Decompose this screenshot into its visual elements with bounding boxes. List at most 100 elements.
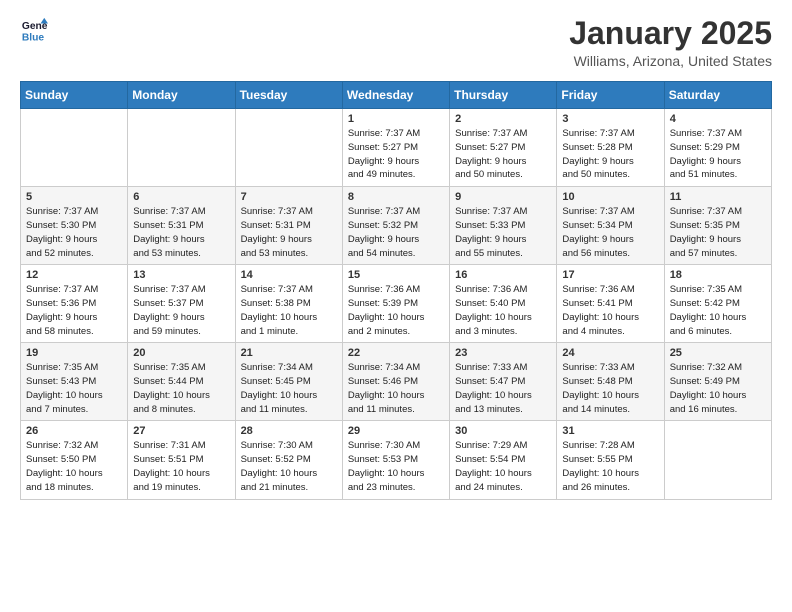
calendar-cell: 10 Sunrise: 7:37 AM Sunset: 5:34 PM Dayli…	[557, 187, 664, 265]
day-info: Sunrise: 7:37 AM Sunset: 5:31 PM Dayligh…	[133, 205, 229, 260]
calendar-cell: 6Sunrise: 7:37 AM Sunset: 5:31 PM Daylig…	[128, 187, 235, 265]
calendar-cell: 15 Sunrise: 7:36 AM Sunset: 5:39 PM Dayli…	[342, 265, 449, 343]
day-number: 15	[348, 269, 444, 281]
day-number: 7	[241, 191, 337, 203]
day-info: Sunrise: 7:37 AM Sunset: 5:28 PM Dayligh…	[562, 127, 658, 182]
day-info: Sunrise: 7:37 AM Sunset: 5:38 PM Dayligh…	[241, 283, 337, 338]
calendar-cell: 3 Sunrise: 7:37 AM Sunset: 5:28 PM Daylig…	[557, 109, 664, 187]
calendar-cell: 14 Sunrise: 7:37 AM Sunset: 5:38 PM Dayli…	[235, 265, 342, 343]
day-info: Sunrise: 7:30 AM Sunset: 5:53 PM Dayligh…	[348, 439, 444, 494]
day-number: 26	[26, 425, 122, 437]
day-info: Sunrise: 7:37 AM Sunset: 5:34 PM Dayligh…	[562, 205, 658, 260]
svg-text:Blue: Blue	[22, 32, 45, 43]
day-header: Tuesday	[235, 82, 342, 109]
calendar-cell: 21 Sunrise: 7:34 AM Sunset: 5:45 PM Dayli…	[235, 343, 342, 421]
day-number: 2	[455, 113, 551, 125]
day-number: 19	[26, 347, 122, 359]
day-info: Sunrise: 7:33 AM Sunset: 5:48 PM Dayligh…	[562, 361, 658, 416]
calendar-cell	[128, 109, 235, 187]
day-info: Sunrise: 7:34 AM Sunset: 5:46 PM Dayligh…	[348, 361, 444, 416]
day-number: 23	[455, 347, 551, 359]
calendar-cell: 11 Sunrise: 7:37 AM Sunset: 5:35 PM Dayli…	[664, 187, 771, 265]
title-block: January 2025 Williams, Arizona, United S…	[569, 16, 772, 69]
header-row: SundayMondayTuesdayWednesdayThursdayFrid…	[21, 82, 772, 109]
calendar-cell: 19Sunrise: 7:35 AM Sunset: 5:43 PM Dayli…	[21, 343, 128, 421]
calendar-cell: 29Sunrise: 7:30 AM Sunset: 5:53 PM Dayli…	[342, 421, 449, 499]
week-row: 26 Sunrise: 7:32 AM Sunset: 5:50 PM Dayli…	[21, 421, 772, 499]
day-number: 21	[241, 347, 337, 359]
day-number: 28	[241, 425, 337, 437]
calendar-cell: 23 Sunrise: 7:33 AM Sunset: 5:47 PM Dayli…	[450, 343, 557, 421]
day-info: Sunrise: 7:35 AM Sunset: 5:42 PM Dayligh…	[670, 283, 766, 338]
day-number: 8	[348, 191, 444, 203]
calendar-cell: 2 Sunrise: 7:37 AM Sunset: 5:27 PM Daylig…	[450, 109, 557, 187]
day-info: Sunrise: 7:37 AM Sunset: 5:27 PM Dayligh…	[455, 127, 551, 182]
calendar-cell: 17 Sunrise: 7:36 AM Sunset: 5:41 PM Dayli…	[557, 265, 664, 343]
day-info: Sunrise: 7:37 AM Sunset: 5:30 PM Dayligh…	[26, 205, 122, 260]
day-number: 17	[562, 269, 658, 281]
day-header: Friday	[557, 82, 664, 109]
day-number: 25	[670, 347, 766, 359]
day-number: 24	[562, 347, 658, 359]
calendar-cell: 18 Sunrise: 7:35 AM Sunset: 5:42 PM Dayli…	[664, 265, 771, 343]
calendar-cell: 25Sunrise: 7:32 AM Sunset: 5:49 PM Dayli…	[664, 343, 771, 421]
day-header: Monday	[128, 82, 235, 109]
calendar-cell: 9 Sunrise: 7:37 AM Sunset: 5:33 PM Daylig…	[450, 187, 557, 265]
day-info: Sunrise: 7:34 AM Sunset: 5:45 PM Dayligh…	[241, 361, 337, 416]
calendar-cell: 27Sunrise: 7:31 AM Sunset: 5:51 PM Dayli…	[128, 421, 235, 499]
calendar-cell: 22Sunrise: 7:34 AM Sunset: 5:46 PM Dayli…	[342, 343, 449, 421]
day-info: Sunrise: 7:37 AM Sunset: 5:27 PM Dayligh…	[348, 127, 444, 182]
day-number: 5	[26, 191, 122, 203]
calendar-cell: 7 Sunrise: 7:37 AM Sunset: 5:31 PM Daylig…	[235, 187, 342, 265]
calendar-cell: 20 Sunrise: 7:35 AM Sunset: 5:44 PM Dayli…	[128, 343, 235, 421]
day-number: 4	[670, 113, 766, 125]
day-info: Sunrise: 7:28 AM Sunset: 5:55 PM Dayligh…	[562, 439, 658, 494]
day-number: 11	[670, 191, 766, 203]
day-info: Sunrise: 7:37 AM Sunset: 5:31 PM Dayligh…	[241, 205, 337, 260]
day-number: 14	[241, 269, 337, 281]
day-info: Sunrise: 7:37 AM Sunset: 5:33 PM Dayligh…	[455, 205, 551, 260]
day-header: Wednesday	[342, 82, 449, 109]
calendar-cell	[235, 109, 342, 187]
calendar-cell: 16 Sunrise: 7:36 AM Sunset: 5:40 PM Dayli…	[450, 265, 557, 343]
day-number: 12	[26, 269, 122, 281]
day-info: Sunrise: 7:37 AM Sunset: 5:37 PM Dayligh…	[133, 283, 229, 338]
day-info: Sunrise: 7:33 AM Sunset: 5:47 PM Dayligh…	[455, 361, 551, 416]
day-number: 3	[562, 113, 658, 125]
calendar-cell: 4 Sunrise: 7:37 AM Sunset: 5:29 PM Daylig…	[664, 109, 771, 187]
calendar-cell	[664, 421, 771, 499]
day-info: Sunrise: 7:30 AM Sunset: 5:52 PM Dayligh…	[241, 439, 337, 494]
day-info: Sunrise: 7:37 AM Sunset: 5:32 PM Dayligh…	[348, 205, 444, 260]
day-info: Sunrise: 7:36 AM Sunset: 5:40 PM Dayligh…	[455, 283, 551, 338]
calendar: SundayMondayTuesdayWednesdayThursdayFrid…	[20, 81, 772, 499]
day-info: Sunrise: 7:35 AM Sunset: 5:44 PM Dayligh…	[133, 361, 229, 416]
day-info: Sunrise: 7:32 AM Sunset: 5:50 PM Dayligh…	[26, 439, 122, 494]
day-info: Sunrise: 7:37 AM Sunset: 5:35 PM Dayligh…	[670, 205, 766, 260]
day-number: 9	[455, 191, 551, 203]
day-number: 10	[562, 191, 658, 203]
day-info: Sunrise: 7:36 AM Sunset: 5:39 PM Dayligh…	[348, 283, 444, 338]
week-row: 19Sunrise: 7:35 AM Sunset: 5:43 PM Dayli…	[21, 343, 772, 421]
calendar-cell	[21, 109, 128, 187]
day-number: 20	[133, 347, 229, 359]
day-number: 13	[133, 269, 229, 281]
week-row: 5 Sunrise: 7:37 AM Sunset: 5:30 PM Daylig…	[21, 187, 772, 265]
logo-icon: General Blue	[20, 16, 48, 44]
day-info: Sunrise: 7:29 AM Sunset: 5:54 PM Dayligh…	[455, 439, 551, 494]
day-number: 16	[455, 269, 551, 281]
day-header: Thursday	[450, 82, 557, 109]
day-info: Sunrise: 7:37 AM Sunset: 5:36 PM Dayligh…	[26, 283, 122, 338]
calendar-cell: 12 Sunrise: 7:37 AM Sunset: 5:36 PM Dayli…	[21, 265, 128, 343]
page: General Blue January 2025 Williams, Ariz…	[0, 0, 792, 520]
location: Williams, Arizona, United States	[569, 53, 772, 69]
day-number: 27	[133, 425, 229, 437]
day-number: 18	[670, 269, 766, 281]
day-info: Sunrise: 7:36 AM Sunset: 5:41 PM Dayligh…	[562, 283, 658, 338]
month-title: January 2025	[569, 16, 772, 51]
week-row: 1 Sunrise: 7:37 AM Sunset: 5:27 PM Daylig…	[21, 109, 772, 187]
day-info: Sunrise: 7:37 AM Sunset: 5:29 PM Dayligh…	[670, 127, 766, 182]
day-number: 1	[348, 113, 444, 125]
day-number: 30	[455, 425, 551, 437]
calendar-cell: 26 Sunrise: 7:32 AM Sunset: 5:50 PM Dayli…	[21, 421, 128, 499]
calendar-cell: 13 Sunrise: 7:37 AM Sunset: 5:37 PM Dayli…	[128, 265, 235, 343]
